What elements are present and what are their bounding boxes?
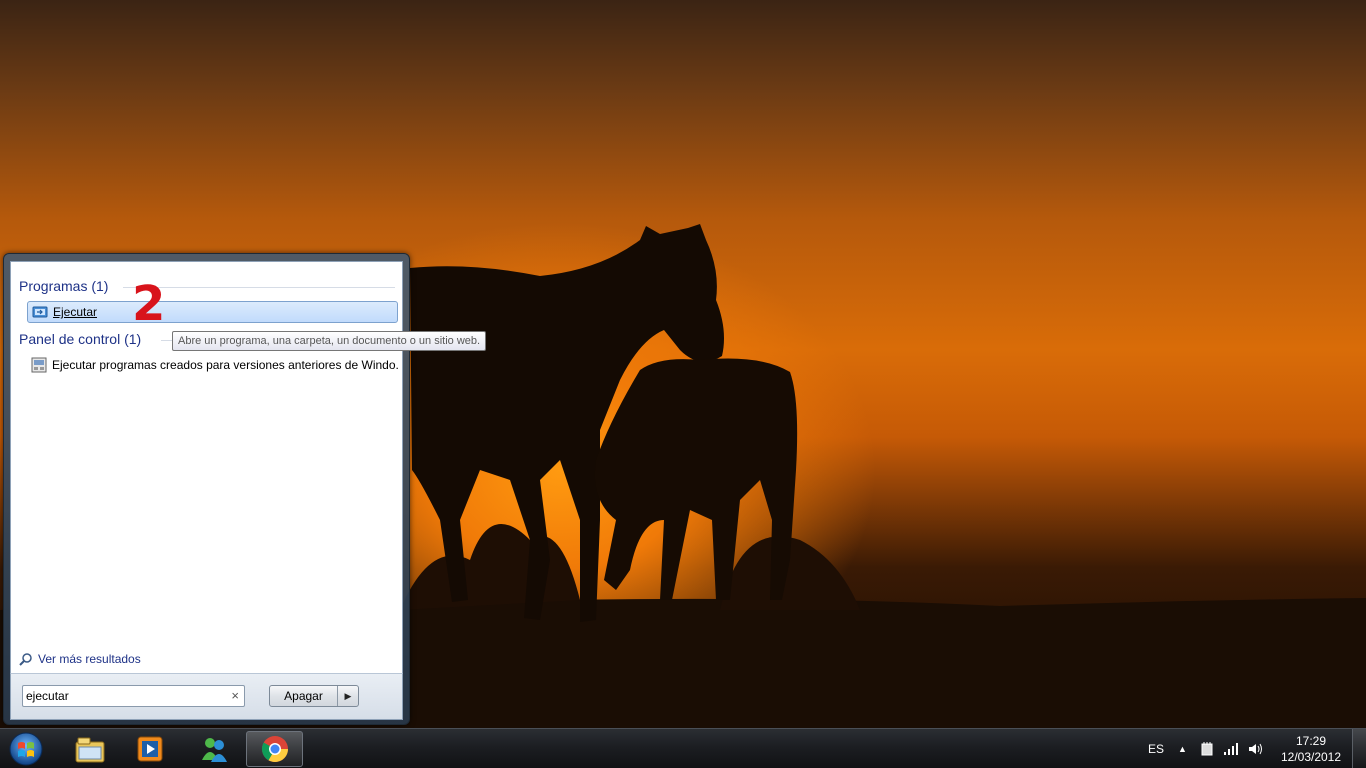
search-box[interactable]: ×: [22, 685, 245, 707]
result-item-compatibility[interactable]: Ejecutar programas creados para versione…: [27, 354, 398, 376]
media-player-icon: [137, 736, 162, 762]
more-results-label: Ver más resultados: [38, 652, 141, 666]
start-menu-bottom-bar: × Apagar ▶: [10, 673, 403, 720]
show-hidden-icons-icon[interactable]: ▲: [1178, 729, 1187, 768]
clock-time: 17:29: [1295, 734, 1327, 748]
action-center-icon[interactable]: [1199, 729, 1215, 768]
clear-search-icon[interactable]: ×: [231, 688, 239, 703]
search-icon: [19, 652, 33, 666]
network-signal-icon[interactable]: [1223, 729, 1239, 768]
start-menu: Programas (1) Ejecutar Panel de control …: [3, 253, 410, 725]
taskbar-messenger-button[interactable]: [185, 731, 242, 767]
shutdown-button-group: Apagar ▶: [269, 685, 359, 707]
chrome-icon: [261, 736, 288, 763]
group-title-programs: Programas (1): [19, 278, 109, 294]
result-item-label: Ejecutar programas creados para versione…: [52, 358, 398, 372]
search-input[interactable]: [26, 688, 221, 704]
clock[interactable]: 17:29 12/03/2012: [1276, 733, 1346, 765]
windows-logo-icon: [9, 732, 43, 766]
search-results-pane: Programas (1) Ejecutar Panel de control …: [10, 261, 403, 673]
show-desktop-button[interactable]: [1352, 729, 1366, 768]
taskbar-media-player-button[interactable]: [121, 731, 178, 767]
shutdown-options-arrow-icon[interactable]: ▶: [338, 686, 358, 706]
result-item-run[interactable]: Ejecutar: [27, 301, 398, 323]
tooltip: Abre un programa, una carpeta, un docume…: [172, 331, 487, 351]
group-title-control-panel: Panel de control (1): [19, 331, 142, 347]
more-results-link[interactable]: Ver más resultados: [19, 652, 141, 666]
compatibility-icon: [31, 357, 47, 373]
start-button[interactable]: [6, 731, 46, 767]
taskbar: ES ▲ 17:29 12/03/2012: [0, 728, 1366, 768]
result-item-label: Ejecutar: [53, 305, 98, 319]
messenger-icon: [201, 738, 227, 762]
volume-icon[interactable]: [1247, 729, 1263, 768]
windows-explorer-icon: [75, 737, 104, 763]
clock-date: 12/03/2012: [1280, 750, 1342, 764]
language-indicator[interactable]: ES: [1148, 729, 1164, 768]
shutdown-button[interactable]: Apagar: [270, 686, 338, 706]
step-annotation-number: 2: [132, 276, 166, 332]
taskbar-chrome-button[interactable]: [246, 731, 303, 767]
taskbar-explorer-button[interactable]: [61, 731, 118, 767]
run-icon: [32, 304, 48, 320]
